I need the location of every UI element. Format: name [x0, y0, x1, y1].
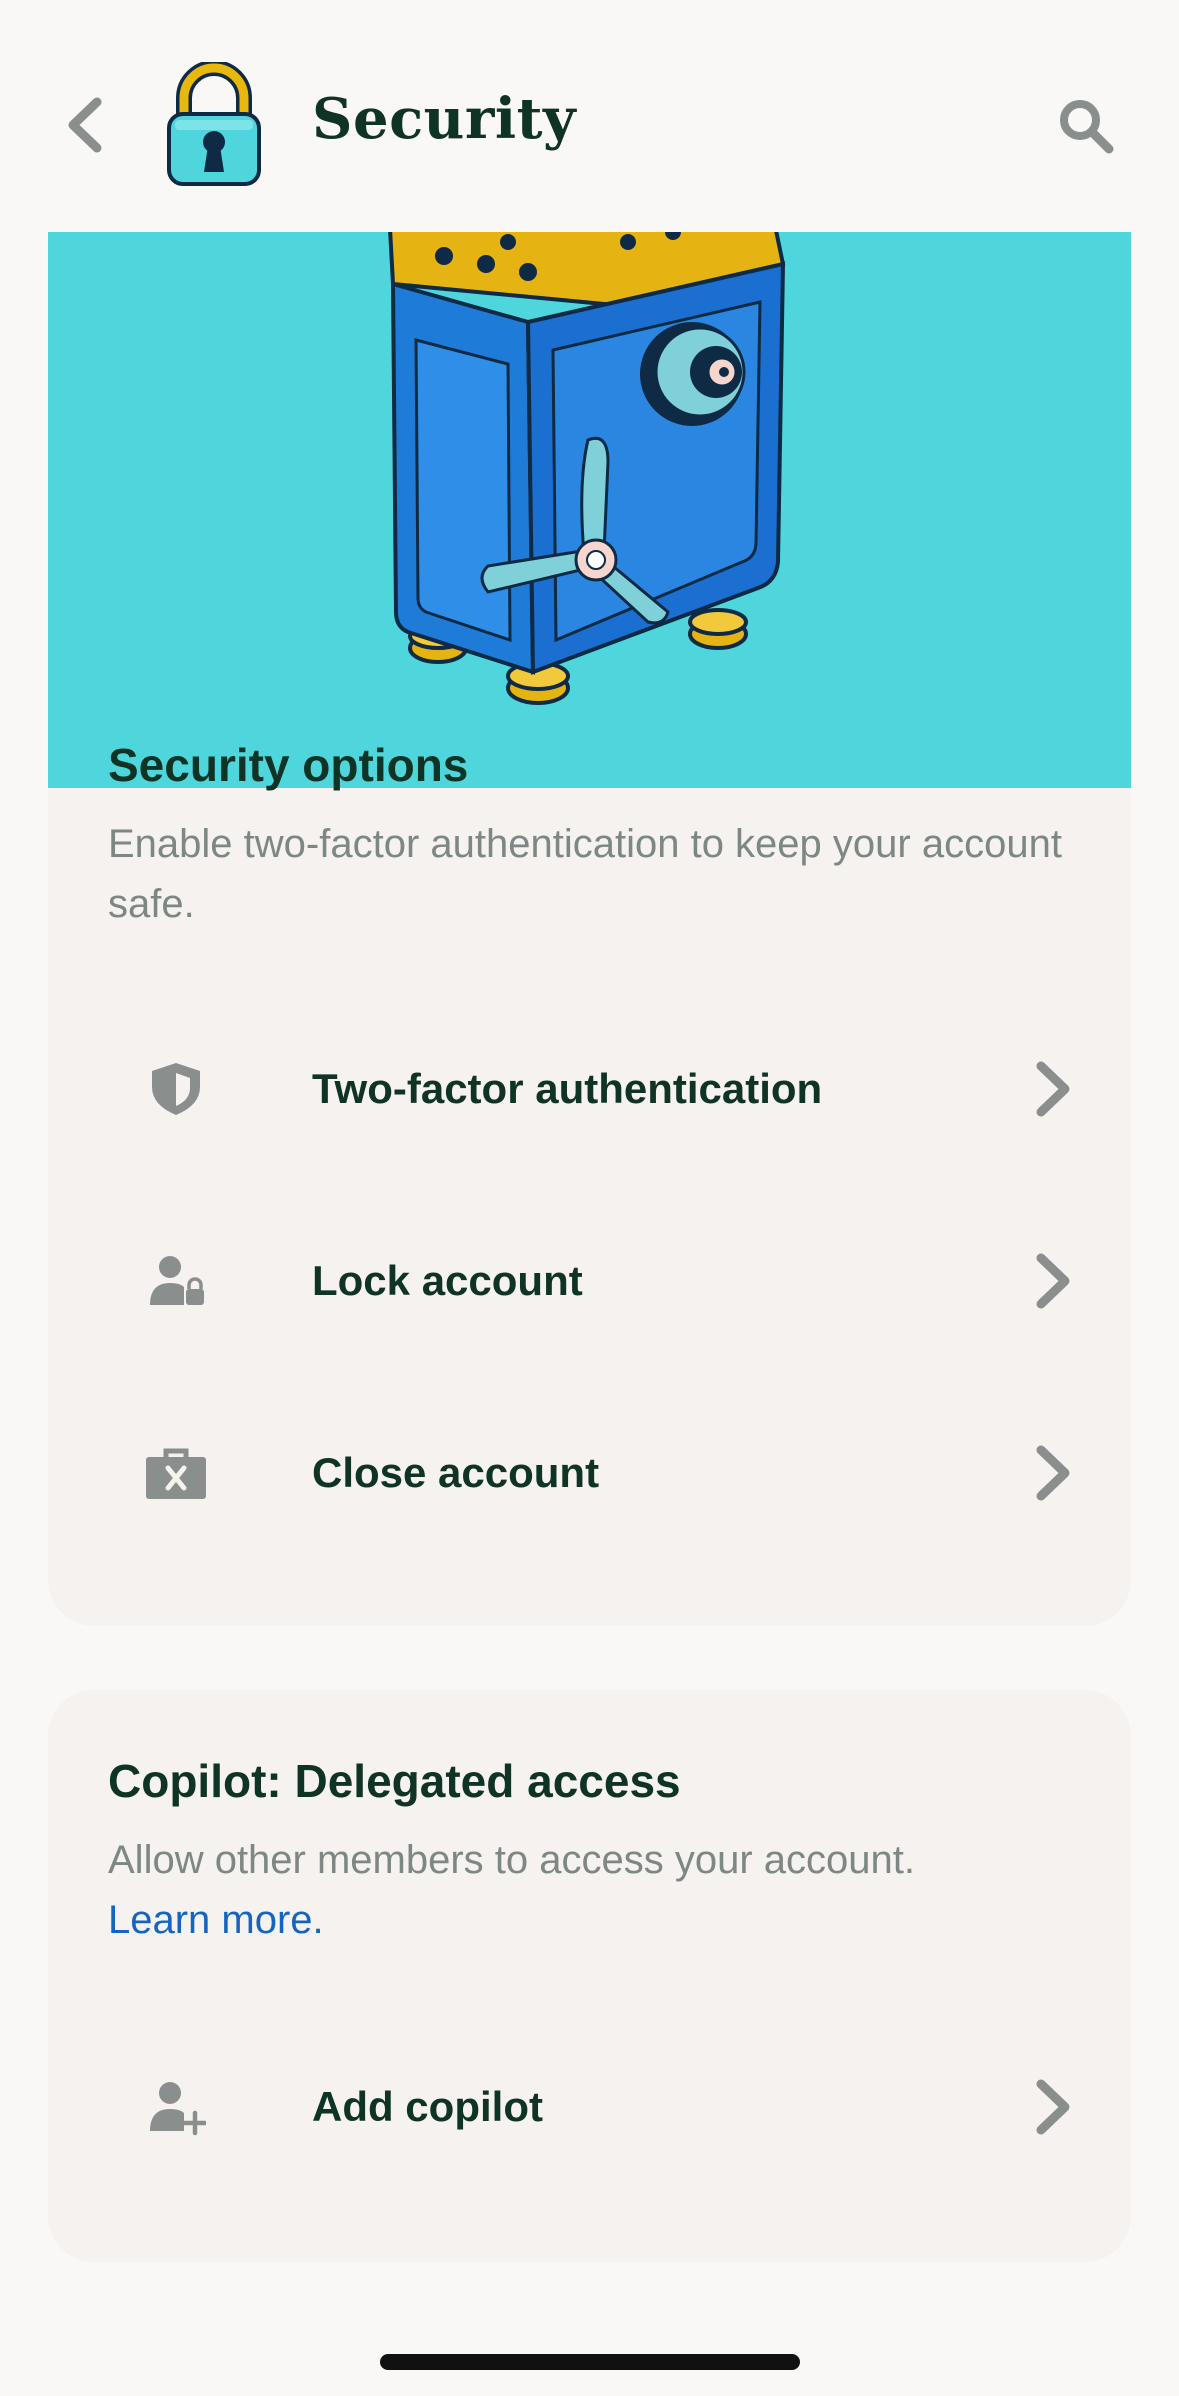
add-copilot-label: Add copilot [312, 2083, 543, 2130]
home-indicator[interactable] [380, 2354, 800, 2370]
copilot-card: Copilot: Delegated access Allow other me… [48, 1690, 1131, 2262]
learn-more-link[interactable]: Learn more. [108, 1898, 324, 1942]
chevron-right-icon [1018, 1246, 1088, 1316]
chevron-right-icon [1018, 1438, 1088, 1508]
add-copilot-row[interactable]: Add copilot [108, 2032, 1088, 2182]
search-button[interactable] [1048, 88, 1124, 164]
search-icon [1060, 100, 1114, 154]
user-plus-icon [128, 2059, 224, 2155]
two-factor-authentication-row[interactable]: Two-factor authentication [108, 1014, 1088, 1164]
padlock-icon [166, 60, 262, 188]
copilot-description-text: Allow other members to access your accou… [108, 1838, 916, 1882]
security-options-title: Security options [108, 739, 469, 791]
page-title: Security [312, 86, 577, 152]
safe-illustration [388, 232, 786, 705]
shield-icon [128, 1041, 224, 1137]
two-factor-authentication-label: Two-factor authentication [312, 1065, 823, 1112]
app-header: Security [0, 0, 1179, 232]
user-lock-icon [128, 1233, 224, 1329]
lock-account-row[interactable]: Lock account [108, 1206, 1088, 1356]
hero-banner [48, 232, 1131, 788]
lock-account-label: Lock account [312, 1257, 583, 1304]
chevron-left-icon [68, 97, 102, 153]
briefcase-x-icon [128, 1425, 224, 1521]
close-account-row[interactable]: Close account [108, 1398, 1088, 1548]
close-account-label: Close account [312, 1449, 600, 1496]
copilot-title: Copilot: Delegated access [108, 1755, 681, 1807]
back-button[interactable] [50, 90, 120, 160]
chevron-right-icon [1018, 2072, 1088, 2142]
security-options-description: Enable two-factor authentication to keep… [108, 822, 1062, 926]
security-options-card: Security options Enable two-factor authe… [48, 120, 1131, 1626]
chevron-right-icon [1018, 1054, 1088, 1124]
copilot-description: Allow other members to access your accou… [108, 1830, 1068, 1950]
